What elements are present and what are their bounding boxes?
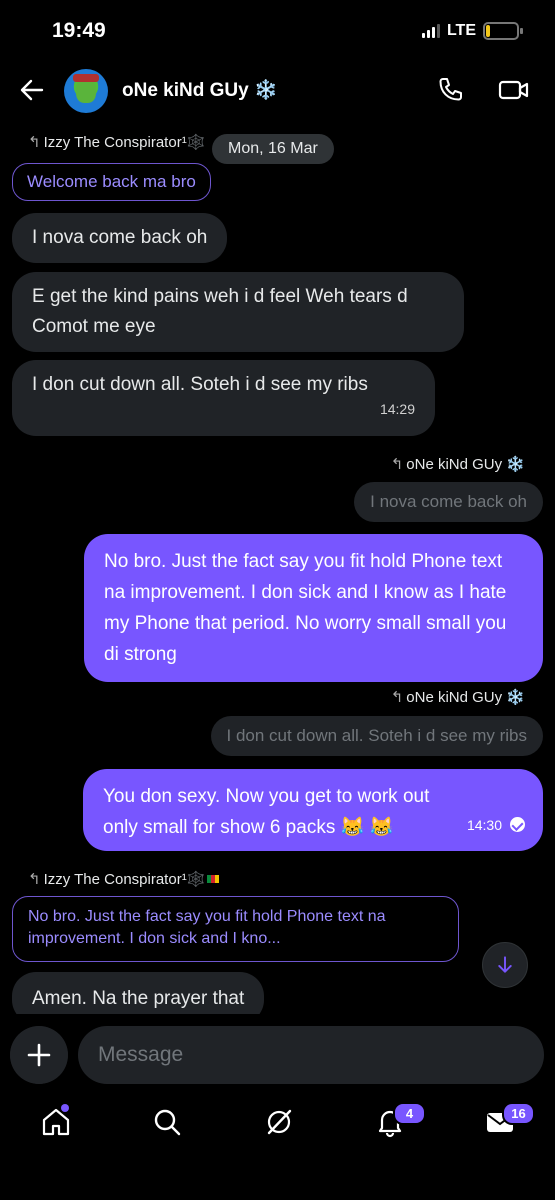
- quoted-message[interactable]: No bro. Just the fact say you fit hold P…: [12, 896, 459, 962]
- home-unread-dot: [61, 1104, 69, 1112]
- incoming-message[interactable]: I don cut down all. Soteh i d see my rib…: [12, 360, 435, 436]
- incoming-message[interactable]: I nova come back oh: [12, 213, 228, 263]
- add-attachment-button[interactable]: [10, 1026, 68, 1084]
- message-input[interactable]: [78, 1026, 544, 1084]
- network-type: LTE: [446, 22, 476, 39]
- reply-to-name: Izzy The Conspirator¹🕸️: [43, 134, 206, 151]
- message-text: Amen. Na the prayer that: [32, 988, 245, 1009]
- message-timestamp: 14:30: [467, 810, 525, 841]
- reply-label: ↰ Izzy The Conspirator¹🕸️: [28, 870, 220, 888]
- message-text: E get the kind pains weh i d feel Weh te…: [32, 286, 408, 337]
- date-divider: Mon, 16 Mar: [212, 134, 334, 164]
- quoted-message[interactable]: Welcome back ma bro: [12, 163, 211, 201]
- phone-call-icon[interactable]: [436, 76, 464, 104]
- status-bar: 19:49 LTE 14: [0, 0, 555, 64]
- quoted-message[interactable]: I don cut down all. Soteh i d see my rib…: [210, 716, 543, 756]
- reply-to-name: Izzy The Conspirator¹🕸️: [43, 871, 206, 888]
- scroll-down-icon[interactable]: [482, 942, 528, 988]
- reply-label: ↰ oNe kiNd GUy ❄️: [390, 689, 525, 706]
- message-text: No bro. Just the fact say you fit hold P…: [104, 551, 507, 665]
- message-composer: [0, 1022, 555, 1086]
- reply-label: ↰ oNe kiNd GUy ❄️: [390, 456, 525, 473]
- bottom-tab-bar: 4 16: [0, 1096, 555, 1156]
- notifications-badge: 4: [393, 1102, 426, 1125]
- message-time: 14:30: [466, 817, 502, 833]
- reply-label: ↰ Izzy The Conspirator¹🕸️: [28, 134, 206, 151]
- message-text: I don cut down all. Soteh i d see my rib…: [32, 374, 368, 395]
- message-text: You don sexy. Now you get to work out on…: [103, 786, 430, 838]
- battery-icon: 14: [483, 22, 523, 40]
- video-call-icon[interactable]: [498, 76, 530, 104]
- search-icon[interactable]: [151, 1106, 183, 1138]
- battery-percent: 14: [494, 24, 508, 38]
- outgoing-message[interactable]: You don sexy. Now you get to work out on…: [83, 769, 543, 851]
- message-timestamp: 14:29: [379, 401, 415, 417]
- reply-to-name: oNe kiNd GUy ❄️: [406, 456, 525, 473]
- message-list[interactable]: ↰ Izzy The Conspirator¹🕸️ Mon, 16 Mar Wel…: [0, 124, 555, 1014]
- flag-emoji: [207, 875, 220, 883]
- incoming-message[interactable]: Amen. Na the prayer that: [12, 972, 265, 1014]
- back-arrow-icon[interactable]: [18, 76, 46, 104]
- messages-badge: 16: [502, 1102, 535, 1125]
- read-check-icon: [510, 817, 525, 832]
- reply-to-name: oNe kiNd GUy ❄️: [406, 689, 525, 706]
- incoming-message[interactable]: E get the kind pains weh i d feel Weh te…: [12, 272, 464, 352]
- signal-icon: [421, 24, 440, 38]
- outgoing-message[interactable]: No bro. Just the fact say you fit hold P…: [84, 534, 543, 682]
- grok-icon[interactable]: [263, 1106, 295, 1138]
- contact-name-text: oNe kiNd GUy: [122, 80, 249, 101]
- contact-name[interactable]: oNe kiNd GUy ❄️: [122, 78, 278, 102]
- conversation-header: oNe kiNd GUy ❄️: [0, 64, 555, 120]
- status-time: 19:49: [52, 19, 106, 42]
- avatar[interactable]: [64, 69, 108, 113]
- status-indicators: LTE 14: [421, 22, 523, 40]
- snowflake-emoji: ❄️: [253, 80, 278, 101]
- quoted-message[interactable]: I nova come back oh: [354, 482, 543, 522]
- message-text: I nova come back oh: [32, 227, 208, 248]
